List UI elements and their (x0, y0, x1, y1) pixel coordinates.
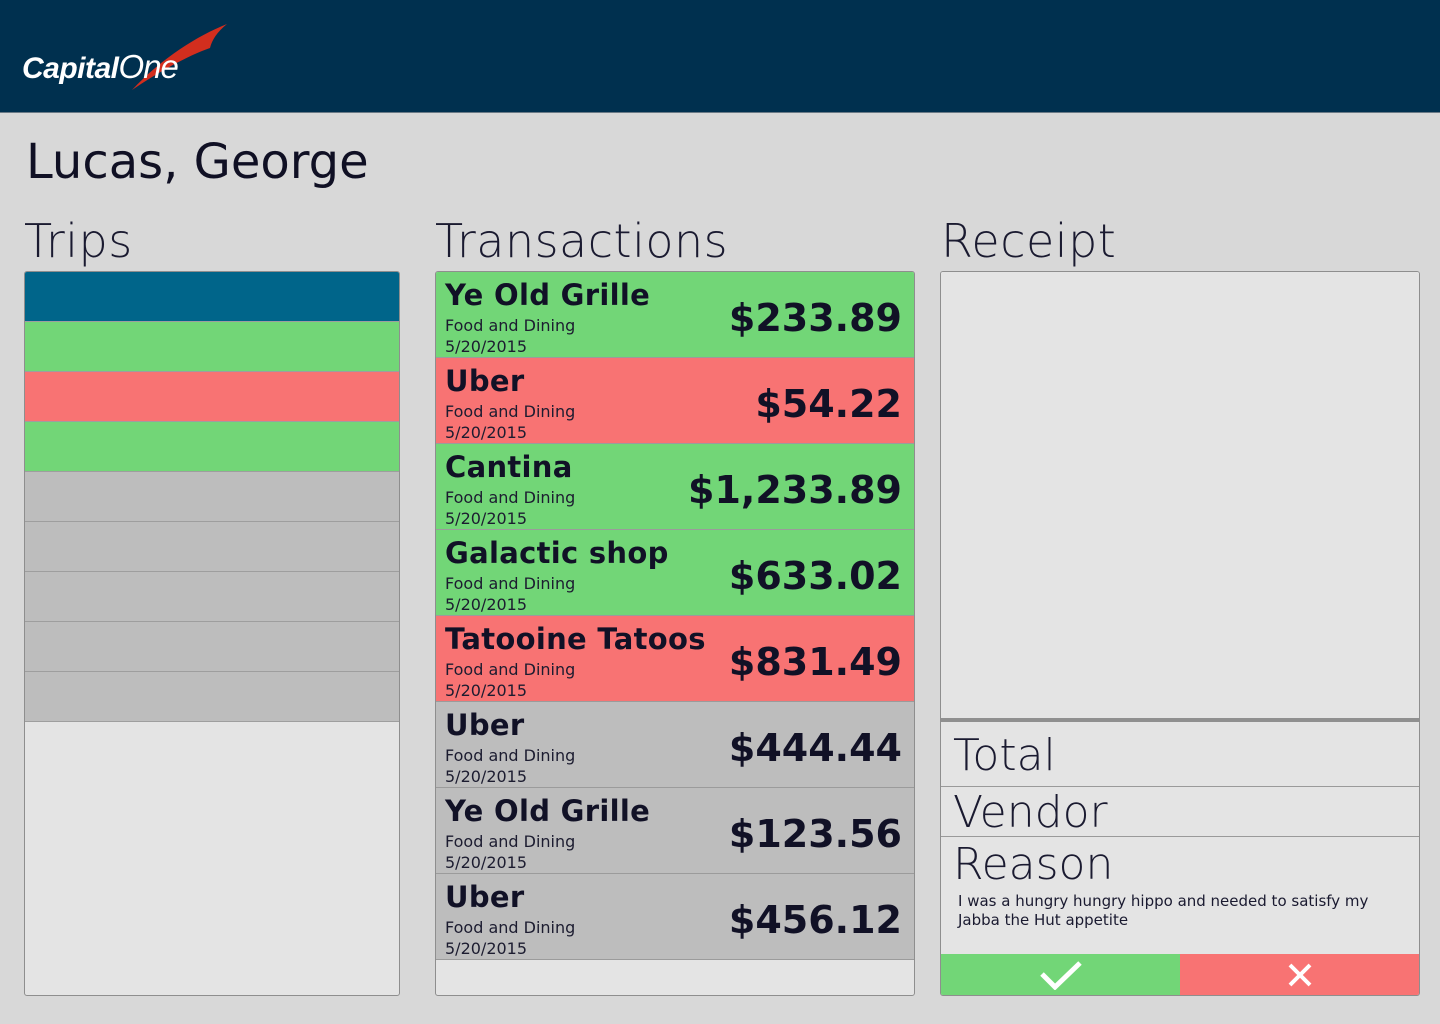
trip-row[interactable] (25, 572, 399, 622)
transaction-category: Food and Dining (445, 488, 576, 507)
trip-row[interactable] (25, 522, 399, 572)
transaction-category: Food and Dining (445, 660, 576, 679)
transaction-row[interactable]: Ye Old Grille Food and Dining 5/20/2015 $12… (436, 788, 914, 874)
transaction-vendor: Ye Old Grille (445, 794, 651, 828)
transaction-date: 5/20/2015 (445, 939, 528, 958)
transaction-row[interactable]: Galactic shop Food and Dining 5/20/2015 $63… (436, 530, 914, 616)
transaction-amount: $54.22 (755, 382, 902, 426)
trips-list (24, 271, 400, 996)
transaction-row[interactable]: Uber Food and Dining 5/20/2015 $54.22 (436, 358, 914, 444)
transactions-title: Transactions (435, 214, 729, 268)
transaction-vendor: Cantina (445, 450, 573, 484)
trip-row[interactable] (25, 272, 399, 322)
capital-one-logo[interactable]: CapitalOne (22, 18, 242, 98)
transactions-list: Ye Old Grille Food and Dining 5/20/2015 $23… (435, 271, 915, 996)
transaction-category: Food and Dining (445, 402, 576, 421)
reject-button[interactable] (1180, 954, 1419, 995)
transaction-row[interactable]: Ye Old Grille Food and Dining 5/20/2015 $23… (436, 272, 914, 358)
transaction-date: 5/20/2015 (445, 423, 528, 442)
trip-row[interactable] (25, 622, 399, 672)
trip-row[interactable] (25, 672, 399, 722)
reason-label: Reason (953, 839, 1114, 890)
transaction-date: 5/20/2015 (445, 853, 528, 872)
vendor-field: Vendor (941, 787, 1419, 838)
transaction-amount: $633.02 (728, 554, 902, 598)
transaction-vendor: Galactic shop (445, 536, 669, 570)
total-label: Total (953, 730, 1056, 781)
checkmark-icon (1039, 960, 1082, 990)
trip-row[interactable] (25, 422, 399, 472)
transaction-category: Food and Dining (445, 746, 576, 765)
trip-row[interactable] (25, 372, 399, 422)
transaction-date: 5/20/2015 (445, 595, 528, 614)
logo-one-text: One (118, 48, 179, 85)
transaction-date: 5/20/2015 (445, 509, 528, 528)
receipt-title: Receipt (941, 214, 1117, 268)
transaction-row[interactable]: Cantina Food and Dining 5/20/2015 $1,233.89 (436, 444, 914, 530)
transaction-amount: $1,233.89 (688, 468, 902, 512)
transaction-amount: $456.12 (728, 898, 902, 942)
x-icon (1288, 963, 1311, 986)
trips-title: Trips (24, 214, 133, 268)
transaction-date: 5/20/2015 (445, 337, 528, 356)
transaction-category: Food and Dining (445, 316, 576, 335)
transaction-vendor: Uber (445, 364, 525, 398)
approve-button[interactable] (941, 954, 1180, 995)
logo-wordmark: CapitalOne (22, 48, 179, 86)
vendor-label: Vendor (953, 787, 1108, 838)
receipt-image (941, 272, 1419, 718)
transaction-vendor: Uber (445, 708, 525, 742)
transaction-category: Food and Dining (445, 832, 576, 851)
transaction-amount: $233.89 (728, 296, 902, 340)
transaction-vendor: Ye Old Grille (445, 278, 651, 312)
transaction-row[interactable]: Uber Food and Dining 5/20/2015 $456.12 (436, 874, 914, 960)
total-field: Total (941, 722, 1419, 787)
header-bar: CapitalOne (0, 0, 1440, 113)
transaction-row[interactable]: Tatooine Tatoos Food and Dining 5/20/2015 $… (436, 616, 914, 702)
transaction-date: 5/20/2015 (445, 681, 528, 700)
transaction-vendor: Tatooine Tatoos (445, 622, 706, 656)
logo-capital-text: Capital (22, 52, 119, 85)
transaction-row[interactable]: Uber Food and Dining 5/20/2015 $444.44 (436, 702, 914, 788)
transaction-category: Food and Dining (445, 574, 576, 593)
transaction-category: Food and Dining (445, 918, 576, 937)
receipt-panel: Total Vendor Reason I was a hungry hungr… (940, 271, 1420, 996)
user-name: Lucas, George (26, 134, 369, 190)
trip-row[interactable] (25, 472, 399, 522)
transaction-amount: $123.56 (728, 812, 902, 856)
trip-row[interactable] (25, 322, 399, 372)
reason-text: I was a hungry hungry hippo and needed t… (958, 892, 1369, 929)
transaction-vendor: Uber (445, 880, 525, 914)
transaction-amount: $831.49 (728, 640, 902, 684)
transaction-date: 5/20/2015 (445, 767, 528, 786)
transaction-amount: $444.44 (728, 726, 902, 770)
